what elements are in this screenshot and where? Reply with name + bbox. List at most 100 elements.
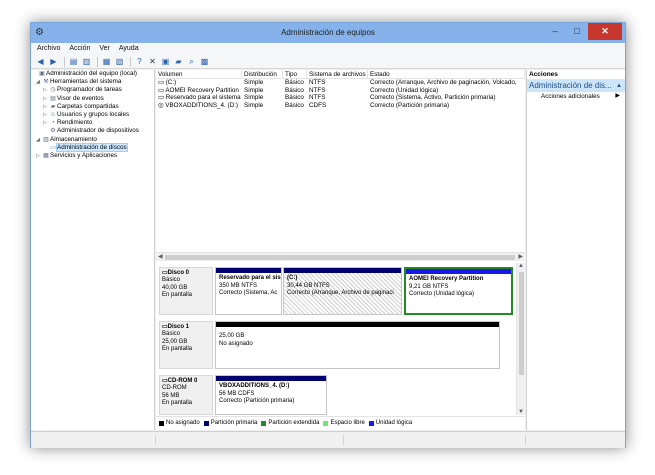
disk-info[interactable]: ▭CD-ROM 0 CD-ROM 56 MB En pantalla bbox=[159, 375, 213, 415]
scrollbar-thumb[interactable] bbox=[519, 272, 524, 375]
tree-item-task-scheduler[interactable]: ▷ ◷Programador de tareas bbox=[31, 86, 154, 94]
volume-name-text: VBOXADDITIONS_4. (D:) bbox=[165, 101, 239, 109]
partition-size: 56 MB CDFS bbox=[219, 390, 255, 397]
properties-icon[interactable]: ▦ bbox=[101, 56, 112, 67]
partition-block-selected[interactable]: AOMEI Recovery Partition 9,21 GB NTFS Co… bbox=[404, 267, 513, 315]
partition-block[interactable]: Reservado para el sis 350 MB NTFS Correc… bbox=[215, 267, 282, 315]
tree-item-disk-management[interactable]: ▭Administración de discos bbox=[31, 142, 154, 152]
maximize-button[interactable]: □ bbox=[566, 23, 588, 40]
disk-info[interactable]: ▭Disco 1 Básico 25,00 GB En pantalla bbox=[159, 321, 213, 369]
scrollbar-thumb[interactable] bbox=[165, 255, 515, 260]
settings-icon[interactable]: ▩ bbox=[199, 56, 210, 67]
volume-name-text: (C:) bbox=[165, 79, 177, 86]
tree-item-performance[interactable]: ▷ ◔ Rendimiento bbox=[31, 119, 154, 127]
tree-item-event-viewer[interactable]: ▷ ▤Visor de eventos bbox=[31, 95, 154, 103]
disk-name-text: CD-ROM 0 bbox=[167, 378, 198, 384]
disk-management-pane: Volumen Distribución Tipo Sistema de arc… bbox=[156, 70, 525, 430]
vertical-scrollbar[interactable]: ▲ ▼ bbox=[516, 263, 525, 415]
menu-ver[interactable]: Ver bbox=[99, 43, 110, 55]
partition-size: 25,00 GB bbox=[219, 333, 245, 339]
tree-item-label: Usuarios y grupos locales bbox=[57, 110, 130, 118]
column-header-type[interactable]: Tipo bbox=[283, 70, 307, 78]
toolbar-divider bbox=[130, 56, 131, 67]
legend-label: Unidad lógica bbox=[375, 420, 413, 426]
legend-label: Espacio libre bbox=[330, 420, 365, 426]
disk-type: Básico bbox=[162, 277, 181, 284]
tree-item-label: Almacenamiento bbox=[50, 135, 97, 143]
search-icon[interactable]: ⌕ bbox=[186, 56, 197, 67]
delete-icon[interactable]: ✕ bbox=[147, 56, 158, 67]
column-header-status[interactable]: Estado bbox=[368, 70, 525, 78]
check-disk-icon[interactable]: ▣ bbox=[160, 56, 171, 67]
list-view-icon[interactable]: ▧ bbox=[114, 56, 125, 67]
volume-file-system: NTFS bbox=[309, 79, 326, 86]
users-icon: ☺ bbox=[49, 111, 57, 118]
tree-item-shared-folders[interactable]: ▷ ▰ Carpetas compartidas bbox=[31, 103, 154, 111]
actions-pane: Acciones Administración de dis... ▲ Acci… bbox=[526, 70, 625, 430]
minimize-button[interactable]: – bbox=[544, 23, 566, 40]
scroll-up-icon[interactable]: ▲ bbox=[518, 263, 524, 269]
table-row[interactable]: ▭ Reservado para el sistema Simple Básic… bbox=[156, 94, 525, 102]
help-icon[interactable]: ? bbox=[134, 56, 145, 67]
disk-size: 40,00 GB bbox=[162, 284, 188, 291]
tree-item-local-users[interactable]: ▷ ☺Usuarios y grupos locales bbox=[31, 111, 154, 119]
title-bar[interactable]: ⚙ Administración de equipos – □ ✕ bbox=[31, 23, 625, 43]
disk-state: En pantalla bbox=[162, 399, 193, 406]
table-row[interactable]: ▭ (C:) Simple Básico NTFS Correcto (Arra… bbox=[156, 79, 525, 87]
tree-item-computer-management[interactable]: ▣Administración del equipo (local) bbox=[31, 70, 154, 78]
legend-item: Unidad lógica bbox=[368, 420, 413, 426]
storage-icon: ▥ bbox=[43, 136, 49, 143]
event-viewer-icon: ▤ bbox=[50, 95, 56, 102]
column-header-volume[interactable]: Volumen bbox=[156, 70, 242, 78]
partition-block[interactable]: (C:) 30,44 GB NTFS Correcto (Arranque, A… bbox=[283, 267, 402, 315]
drive-icon: ▭ bbox=[158, 79, 166, 86]
menu-archivo[interactable]: Archivo bbox=[37, 43, 60, 55]
window-title: Administración de equipos bbox=[281, 28, 375, 37]
menu-ayuda[interactable]: Ayuda bbox=[119, 43, 139, 55]
disk-size: 56 MB bbox=[162, 392, 180, 399]
legend-label: Partición primaria bbox=[210, 420, 258, 426]
partition-name: (C:) bbox=[287, 275, 298, 281]
back-arrow-icon[interactable]: ◀ bbox=[35, 56, 46, 67]
scroll-left-icon[interactable]: ◀ bbox=[158, 253, 163, 262]
partition-block[interactable]: 25,00 GB No asignado bbox=[215, 321, 500, 369]
disk-name: ▭Disco 0 bbox=[162, 270, 210, 277]
volume-type: Básico bbox=[285, 94, 304, 101]
disk-size: 25,00 GB bbox=[162, 338, 188, 345]
legend-item: Espacio libre bbox=[323, 420, 365, 426]
legend-swatch bbox=[368, 420, 374, 426]
tree-item-label: Rendimiento bbox=[57, 119, 93, 127]
collapse-caret-icon[interactable]: ▲ bbox=[616, 80, 622, 92]
column-header-file-system[interactable]: Sistema de archivos bbox=[307, 70, 368, 78]
disk-state: En pantalla bbox=[162, 345, 193, 352]
tree-item-device-manager[interactable]: ⚙Administrador de dispositivos bbox=[31, 127, 154, 135]
legend-item: Partición extendida bbox=[261, 420, 319, 426]
partition-block[interactable]: VBOXADDITIONS_4. (D:) 56 MB CDFS Correct… bbox=[215, 375, 327, 415]
console-tree: ▣Administración del equipo (local) ◢ ⚒Her… bbox=[31, 70, 155, 430]
horizontal-scrollbar[interactable]: ◀ ▶ bbox=[156, 252, 525, 261]
console-tree-icon[interactable]: ▥ bbox=[81, 56, 92, 67]
actions-section-disk-management[interactable]: Administración de dis... ▲ bbox=[527, 80, 625, 92]
open-folder-icon[interactable]: ▰ bbox=[173, 56, 184, 67]
tree-item-services-applications[interactable]: ▷ ▦Servicios y Aplicaciones bbox=[31, 152, 154, 160]
tree-item-storage[interactable]: ◢ ▥Almacenamiento bbox=[31, 136, 154, 144]
table-row[interactable]: ▭ AOMEI Recovery Partition Simple Básico… bbox=[156, 87, 525, 95]
legend-swatch bbox=[261, 420, 267, 426]
disk-name: ▭Disco 1 bbox=[162, 324, 210, 331]
forward-arrow-icon[interactable]: ▶ bbox=[48, 56, 59, 67]
scroll-down-icon[interactable]: ▼ bbox=[518, 409, 524, 415]
table-row[interactable]: ◎ VBOXADDITIONS_4. (D:) Simple Básico CD… bbox=[156, 102, 525, 110]
submenu-arrow-icon: ▶ bbox=[615, 93, 620, 99]
status-bar-segment bbox=[343, 435, 344, 445]
disk-management-icon: ▭ bbox=[50, 144, 56, 151]
more-actions-link[interactable]: Acciones adicionales ▶ bbox=[527, 92, 625, 101]
device-manager-icon: ⚙ bbox=[50, 128, 56, 135]
partition-legend: No asignado Partición primaria Partición… bbox=[156, 416, 525, 429]
tree-item-system-tools[interactable]: ◢ ⚒Herramientas del sistema bbox=[31, 78, 154, 86]
close-button[interactable]: ✕ bbox=[588, 23, 622, 40]
column-header-layout[interactable]: Distribución bbox=[242, 70, 283, 78]
folder-up-icon[interactable]: ▤ bbox=[68, 56, 79, 67]
menu-accion[interactable]: Acción bbox=[69, 43, 90, 55]
scroll-right-icon[interactable]: ▶ bbox=[518, 253, 523, 262]
disk-info[interactable]: ▭Disco 0 Básico 40,00 GB En pantalla bbox=[159, 267, 213, 315]
